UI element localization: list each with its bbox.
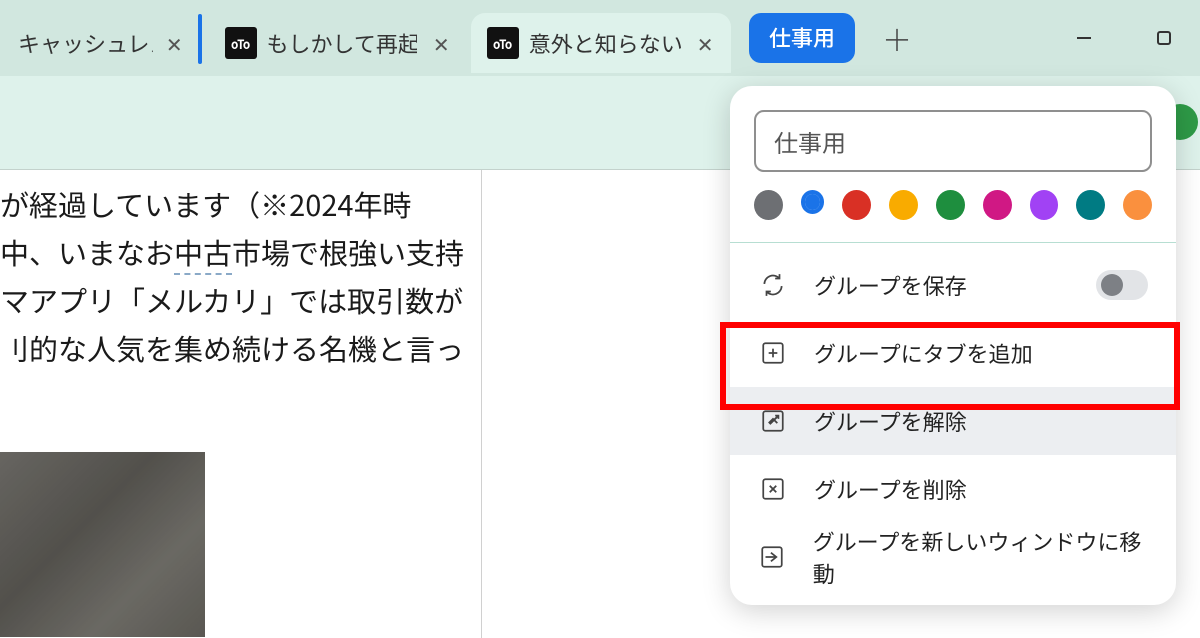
color-swatch[interactable] bbox=[889, 190, 918, 220]
menu-label: グループを新しいウィンドウに移動 bbox=[813, 525, 1148, 589]
maximize-icon[interactable] bbox=[1148, 22, 1180, 54]
close-icon[interactable]: ✕ bbox=[163, 29, 185, 57]
close-icon[interactable]: ✕ bbox=[691, 29, 719, 57]
tab-group-menu: 仕事用 グループを保存 グループにタブを追加 グループを解除 グループを削除 グ… bbox=[730, 86, 1176, 605]
page-text-line: が経過しています（※2024年時 bbox=[0, 180, 473, 228]
tab-title: キャッシュレス決 bbox=[18, 27, 153, 59]
page-text-line: マアプリ「メルカリ」では取引数が bbox=[0, 276, 473, 324]
save-toggle[interactable] bbox=[1096, 270, 1148, 300]
tab-2-active[interactable]: oTo 意外と知らない ✕ bbox=[471, 13, 731, 73]
color-swatch[interactable] bbox=[936, 190, 965, 220]
dashed-text: 中古 bbox=[174, 231, 232, 275]
color-swatch[interactable] bbox=[842, 190, 871, 220]
move-window-icon bbox=[758, 542, 787, 572]
page-text-line: 刂的な人気を集め続ける名機と言っ bbox=[0, 324, 473, 372]
new-tab-button[interactable]: ＋ bbox=[873, 14, 921, 62]
group-name-value: 仕事用 bbox=[774, 124, 846, 159]
add-tab-icon bbox=[758, 338, 788, 368]
tab-0[interactable]: キャッシュレス決 ✕ bbox=[2, 13, 197, 73]
tab-strip: キャッシュレス決 ✕ oTo もしかして再起 ✕ oTo 意外と知らない ✕ 仕… bbox=[0, 0, 1200, 76]
menu-label: グループを解除 bbox=[814, 405, 967, 437]
page-content: が経過しています（※2024年時 中、いまなお中古市場で根強い支持 マアプリ「メ… bbox=[0, 170, 482, 638]
favicon-icon: oTo bbox=[487, 27, 519, 59]
tab-group-indicator bbox=[198, 14, 202, 64]
menu-move-window[interactable]: グループを新しいウィンドウに移動 bbox=[730, 523, 1176, 591]
menu-label: グループにタブを追加 bbox=[814, 337, 1033, 369]
window-controls bbox=[1068, 0, 1180, 76]
color-swatches bbox=[730, 186, 1176, 242]
tab-group-chip-label: 仕事用 bbox=[769, 21, 835, 53]
ungroup-icon bbox=[758, 406, 788, 436]
close-icon[interactable]: ✕ bbox=[427, 29, 455, 57]
tab-title: 意外と知らない bbox=[529, 27, 682, 59]
menu-save-group[interactable]: グループを保存 bbox=[730, 251, 1176, 319]
tab-1[interactable]: oTo もしかして再起 ✕ bbox=[209, 13, 467, 73]
tab-group-chip[interactable]: 仕事用 bbox=[749, 13, 855, 63]
sync-icon bbox=[758, 270, 788, 300]
menu-label: グループを保存 bbox=[814, 269, 967, 301]
menu-add-tab[interactable]: グループにタブを追加 bbox=[730, 319, 1176, 387]
page-text-line: 中、いまなお中古市場で根強い支持 bbox=[0, 228, 473, 276]
separator bbox=[730, 242, 1176, 243]
color-swatch[interactable] bbox=[1123, 190, 1152, 220]
favicon-icon: oTo bbox=[225, 27, 257, 59]
menu-ungroup[interactable]: グループを解除 bbox=[730, 387, 1176, 455]
tab-title: もしかして再起 bbox=[267, 27, 418, 59]
minimize-icon[interactable] bbox=[1068, 22, 1100, 54]
color-swatch[interactable] bbox=[1030, 190, 1059, 220]
color-swatch[interactable] bbox=[754, 190, 783, 220]
color-swatch[interactable] bbox=[1076, 190, 1105, 220]
delete-icon bbox=[758, 474, 788, 504]
group-name-input[interactable]: 仕事用 bbox=[754, 110, 1152, 172]
color-swatch[interactable] bbox=[801, 190, 824, 214]
color-swatch[interactable] bbox=[983, 190, 1012, 220]
menu-delete-group[interactable]: グループを削除 bbox=[730, 455, 1176, 523]
menu-label: グループを削除 bbox=[814, 473, 967, 505]
article-image bbox=[0, 452, 205, 637]
